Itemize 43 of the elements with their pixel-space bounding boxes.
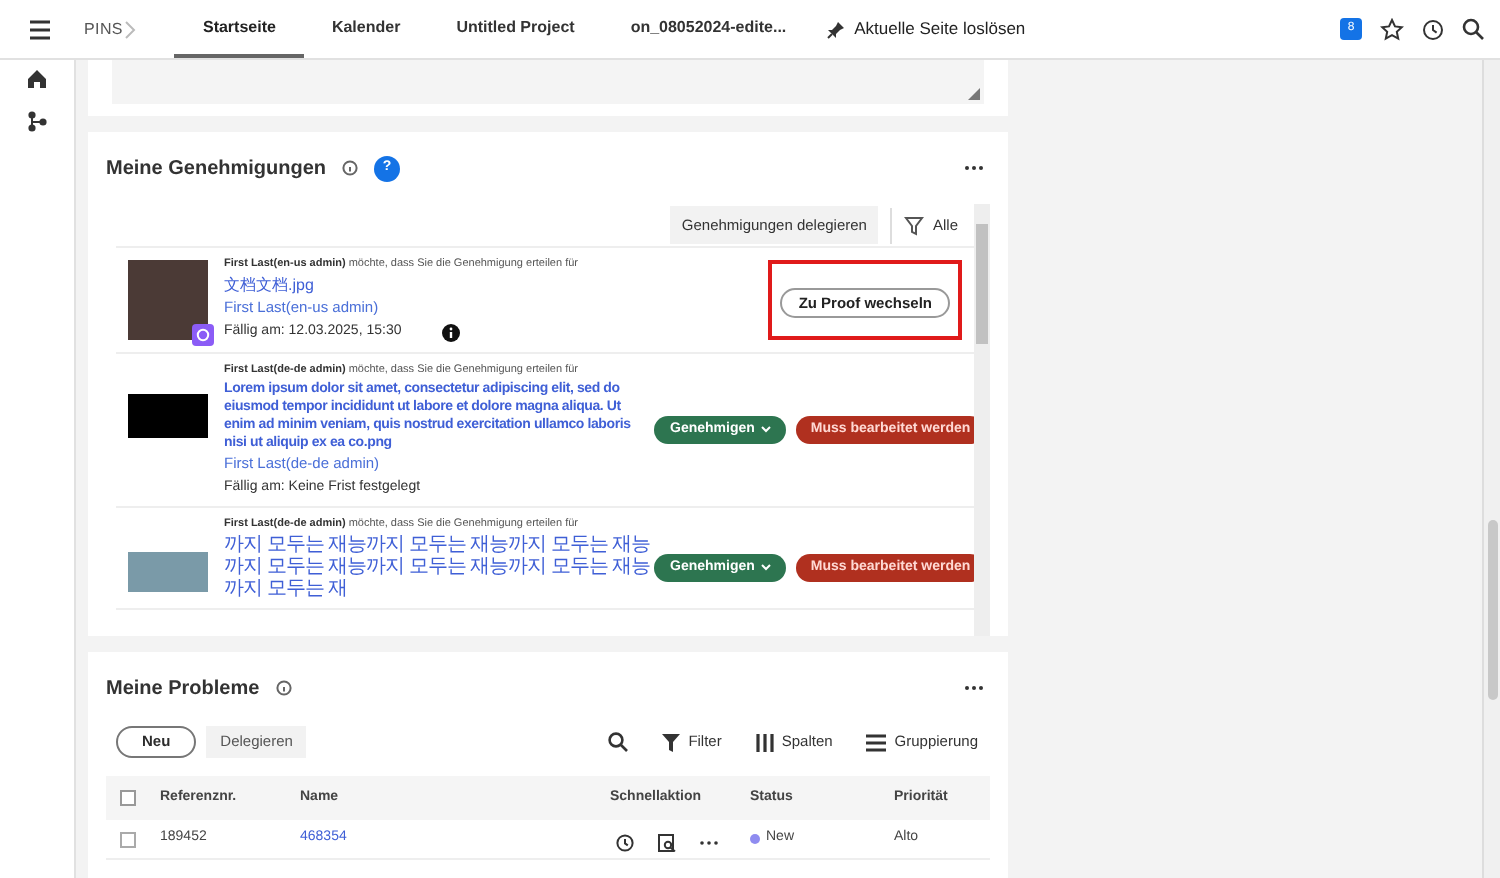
photo-placeholder — [128, 393, 208, 437]
chevron-down-icon — [760, 564, 773, 572]
clock-icon[interactable] — [616, 834, 634, 852]
unpin-button[interactable]: Aktuelle Seite loslösen — [826, 16, 1026, 42]
filter-icon — [904, 215, 925, 235]
grouping-icon — [866, 733, 887, 751]
scrollbar[interactable] — [974, 204, 990, 636]
resize-handle-icon — [968, 88, 980, 100]
chevron-right-icon — [122, 19, 139, 39]
approval-status-icon — [192, 324, 214, 346]
hierarchy-icon[interactable] — [26, 110, 48, 132]
chevron-down-icon — [760, 425, 773, 434]
history-icon[interactable] — [1420, 17, 1444, 41]
page-scrollbar[interactable] — [1482, 60, 1500, 878]
more-icon[interactable] — [964, 684, 984, 692]
home-icon[interactable] — [26, 68, 48, 90]
columns-icon — [755, 733, 774, 751]
file-link[interactable]: 文档文档.jpg — [224, 274, 654, 296]
preview-icon[interactable] — [658, 834, 676, 852]
photo-placeholder — [128, 552, 208, 592]
photo-placeholder — [128, 260, 208, 340]
star-icon[interactable] — [1380, 17, 1404, 41]
menu-icon[interactable] — [28, 19, 52, 39]
page-scrollbar-thumb[interactable] — [1487, 520, 1497, 700]
search-icon[interactable] — [608, 732, 629, 752]
filter-icon — [662, 733, 681, 751]
more-icon[interactable] — [700, 840, 718, 846]
search-icon[interactable] — [1462, 18, 1484, 40]
info-icon — [275, 680, 292, 696]
card-title: Meine Genehmigungen — [106, 155, 327, 183]
info-icon — [342, 160, 359, 176]
file-link[interactable]: 까지 모두는 재능까지 모두는 재능까지 모두는 재능까지 모두는 재능까지 모두는 재능까지 모두는 재능까지 모두는 재 — [224, 534, 654, 600]
pin-icon — [826, 19, 847, 39]
nav-tab[interactable]: Kalender — [303, 0, 429, 58]
card-title: Meine Probleme — [106, 675, 260, 703]
info-icon — [441, 323, 460, 342]
nav-tab[interactable]: on_08052024-edite... — [602, 0, 815, 58]
more-icon[interactable] — [964, 164, 984, 172]
nav-tab[interactable]: Untitled Project — [428, 0, 603, 58]
select-all-checkbox[interactable] — [120, 790, 136, 806]
scrollbar-thumb[interactable] — [976, 224, 988, 344]
row-checkbox[interactable] — [120, 831, 136, 847]
brand-label: PINS — [84, 17, 123, 41]
